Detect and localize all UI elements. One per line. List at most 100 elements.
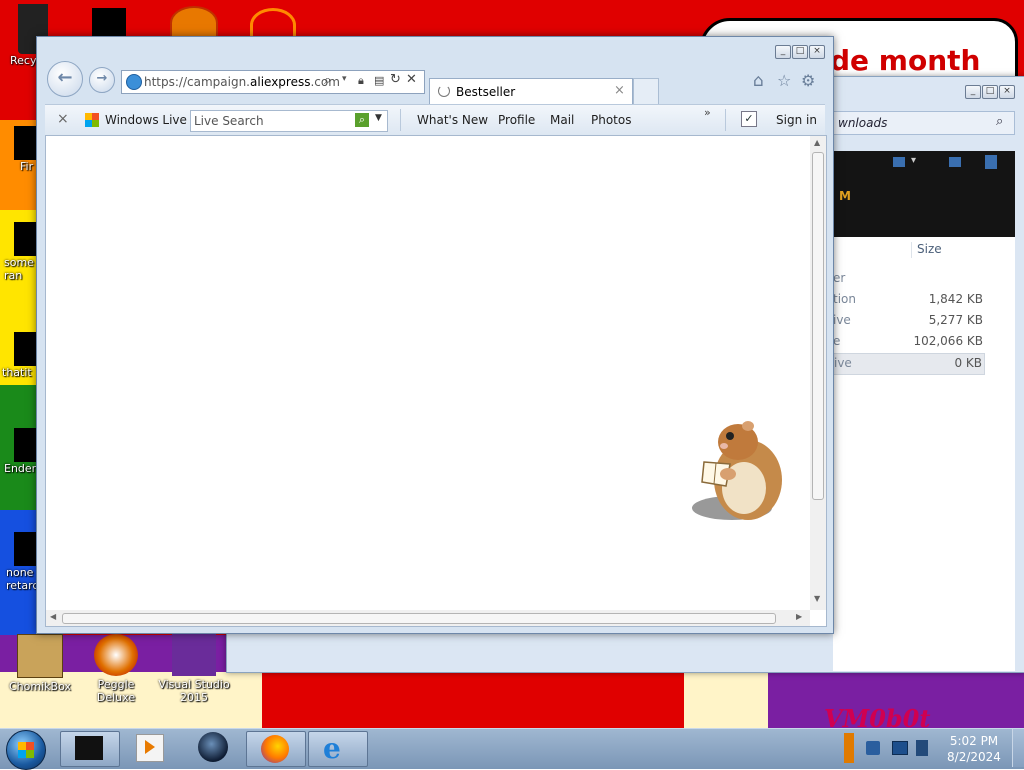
internet-explorer-icon: e (323, 732, 341, 765)
search-label: wnloads (838, 116, 888, 130)
start-button[interactable] (6, 730, 46, 770)
desktop-icon-label: Recy (10, 54, 37, 67)
browser-tab[interactable]: Bestseller × (429, 78, 633, 105)
tab-title: Bestseller (456, 85, 516, 99)
forward-button[interactable]: → (89, 67, 115, 93)
desktop-icon-some[interactable]: some ran (0, 222, 36, 282)
compatibility-icon[interactable]: ▤ (374, 74, 384, 87)
scroll-up-arrow[interactable]: ▲ (814, 138, 820, 147)
search-go-icon[interactable]: ⌕ (355, 113, 369, 127)
desktop-icon-recycle-bin[interactable]: Recy (0, 4, 48, 67)
list-item[interactable]: e 102,066 KB (833, 332, 983, 352)
view-icon[interactable] (893, 157, 905, 167)
scrollbar-thumb[interactable] (62, 613, 776, 624)
list-item-selected[interactable]: ive 0 KB (833, 353, 985, 375)
desktop-icon-none[interactable]: none retarc (0, 532, 38, 592)
close-toolbar-icon[interactable]: × (57, 111, 69, 127)
clock-time: 5:02 PM (949, 734, 999, 748)
desktop-icon-label: Visual Studio 2015 (158, 678, 230, 704)
sign-in-link[interactable]: Sign in (776, 113, 817, 127)
pane-icon[interactable] (949, 157, 961, 167)
search-icon[interactable]: ⌕ (996, 114, 1003, 129)
list-item[interactable]: tion 1,842 KB (833, 290, 983, 310)
new-tab-button[interactable] (633, 78, 659, 105)
help-icon[interactable] (985, 155, 997, 169)
desktop-icon-top-2[interactable] (170, 6, 218, 40)
peggle-icon (94, 634, 138, 676)
toolbar-text: M (839, 189, 851, 203)
live-search-input[interactable]: Live Search ⌕ ▼ (190, 110, 388, 132)
maximize-button[interactable]: □ (982, 85, 998, 99)
page-content[interactable]: ▲ ▼ ◀ ▶ (45, 135, 827, 627)
desktop-icon-visual-studio[interactable]: Visual Studio 2015 (156, 634, 232, 704)
desktop-icon-thatit[interactable]: thatit (0, 332, 36, 379)
desktop-icon-label: thatit (2, 366, 32, 379)
taskbar-button-firefox[interactable] (246, 731, 306, 767)
maximize-button[interactable]: □ (792, 45, 808, 59)
wallpaper-text: de month (830, 44, 981, 77)
chevron-down-icon[interactable]: ▼ (375, 113, 382, 123)
close-button[interactable]: × (999, 85, 1015, 99)
app-icon (14, 332, 36, 366)
horizontal-scrollbar[interactable]: ◀ ▶ (46, 610, 810, 626)
chevron-down-icon[interactable]: ▾ (342, 74, 347, 84)
scroll-right-arrow[interactable]: ▶ (796, 612, 802, 621)
vertical-scrollbar[interactable]: ▲ ▼ (810, 136, 826, 610)
column-headers: Size (833, 237, 1015, 262)
taskbar-button-app1[interactable] (60, 731, 120, 767)
scroll-left-arrow[interactable]: ◀ (50, 612, 56, 621)
scrollbar-thumb[interactable] (812, 152, 824, 500)
desktop-icon-chomikbox[interactable]: ChomikBox (2, 634, 78, 693)
tray-icon[interactable] (844, 733, 854, 763)
profile-link[interactable]: Profile (498, 113, 535, 127)
back-button[interactable]: ← (47, 61, 83, 97)
address-bar[interactable]: https://campaign.aliexpress.com ⌕ ▾ 🔒︎ ▤… (121, 70, 425, 94)
tray-flag-icon[interactable] (916, 740, 928, 756)
browser-window[interactable]: _ □ × ← → https://campaign.aliexpress.co… (36, 36, 834, 634)
close-button[interactable]: × (809, 45, 825, 59)
address-url: https://campaign.aliexpress.com (144, 75, 340, 89)
list-item[interactable]: er (833, 269, 983, 289)
explorer-search-box[interactable]: wnloads ⌕ (833, 111, 1015, 135)
tray-monitor-icon[interactable] (892, 741, 908, 755)
desktop-icon-label: Peggle Deluxe (96, 678, 136, 704)
stop-icon[interactable]: ✕ (406, 72, 417, 87)
mail-link[interactable]: Mail (550, 113, 574, 127)
whats-new-link[interactable]: What's New (417, 113, 488, 127)
refresh-icon[interactable]: ↻ (390, 72, 401, 87)
windows-live-button[interactable]: Windows Live (105, 113, 187, 127)
home-icon[interactable]: ⌂ (753, 71, 764, 91)
desktop-icon-top-1[interactable] (92, 8, 126, 36)
lock-icon[interactable]: 🔒︎ (358, 74, 364, 88)
clock[interactable]: 5:02 PM 8/2/2024 (940, 733, 1008, 765)
size-column-header[interactable]: Size (917, 242, 942, 256)
favorites-star-icon[interactable]: ☆ (777, 71, 791, 90)
loading-icon (438, 85, 450, 97)
show-desktop-button[interactable] (1012, 729, 1024, 767)
taskbar-button-internet-explorer[interactable]: e (308, 731, 368, 767)
toolbar-overflow-chevron[interactable]: » (704, 106, 711, 119)
scroll-down-arrow[interactable]: ▼ (814, 594, 820, 603)
windows-logo-icon (18, 742, 34, 758)
minimize-button[interactable]: _ (775, 45, 791, 59)
chomikbox-icon (17, 634, 63, 678)
checkbox-icon[interactable]: ✓ (741, 111, 757, 127)
desktop-icon-label: none retarc (6, 566, 39, 592)
file-list: er tion 1,842 KB ive 5,277 KB e 102,066 … (833, 261, 1015, 671)
desktop-icon-ender[interactable]: Ender (0, 428, 36, 475)
search-icon[interactable]: ⌕ (324, 73, 331, 88)
desktop-icon-peggle-deluxe[interactable]: Peggle Deluxe (78, 634, 154, 704)
chevron-down-icon[interactable]: ▾ (911, 155, 916, 166)
globe-icon[interactable] (198, 732, 228, 762)
clock-date: 8/2/2024 (947, 750, 1001, 764)
settings-gear-icon[interactable]: ⚙ (801, 71, 815, 90)
hamster-reading-icon[interactable] (686, 414, 790, 524)
minimize-button[interactable]: _ (965, 85, 981, 99)
list-item[interactable]: ive 5,277 KB (833, 311, 983, 331)
media-player-icon[interactable] (136, 734, 164, 762)
desktop-icon-label: Fir (20, 160, 34, 173)
tray-network-icon[interactable] (866, 741, 880, 755)
close-tab-icon[interactable]: × (614, 83, 625, 98)
desktop-icon-firefox[interactable]: Fir (0, 126, 36, 173)
photos-link[interactable]: Photos (591, 113, 631, 127)
